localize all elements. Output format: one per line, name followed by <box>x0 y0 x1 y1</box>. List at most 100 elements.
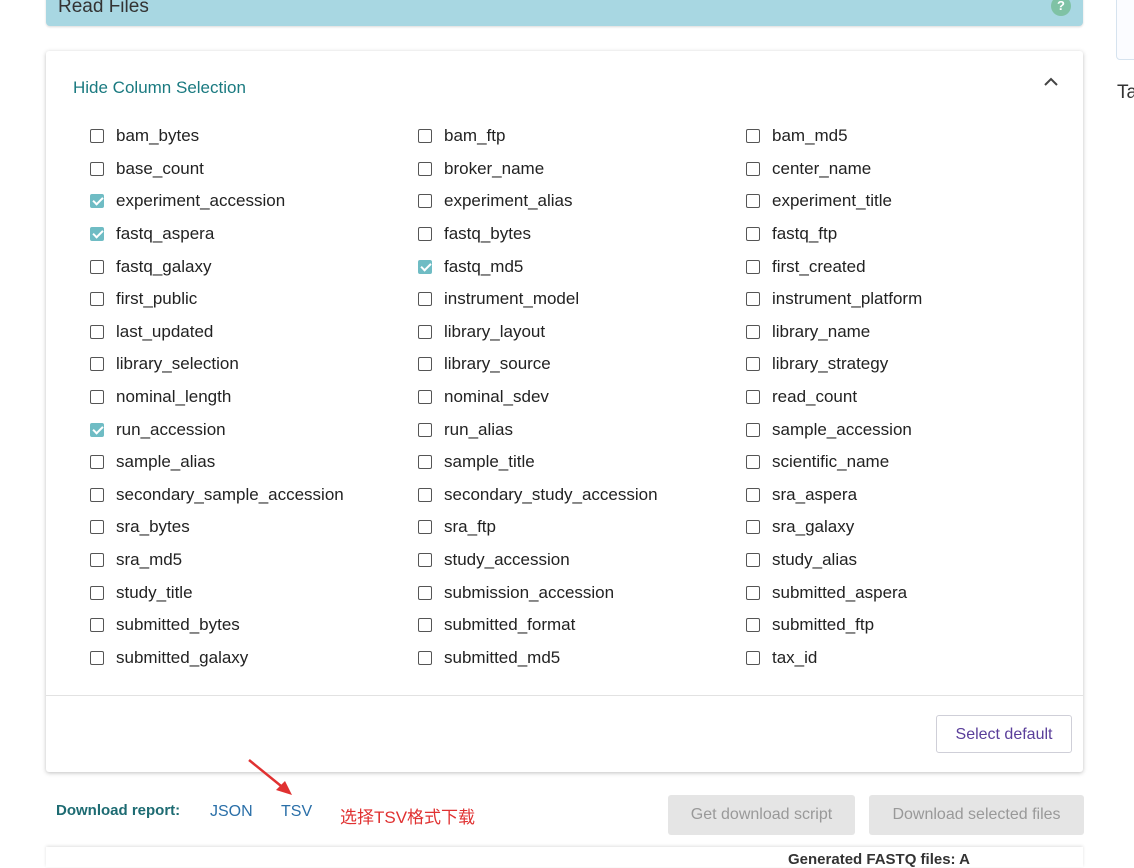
checkbox[interactable] <box>746 357 760 372</box>
checkbox[interactable] <box>90 455 104 470</box>
column-option[interactable]: center_name <box>746 153 1076 186</box>
column-option[interactable]: library_name <box>746 316 1076 349</box>
column-option[interactable]: submitted_md5 <box>418 642 746 675</box>
checkbox[interactable] <box>90 585 104 600</box>
checkbox[interactable] <box>90 487 104 502</box>
column-option[interactable]: read_count <box>746 381 1076 414</box>
checkbox[interactable] <box>90 618 104 633</box>
column-option[interactable]: bam_md5 <box>746 120 1076 153</box>
checkbox[interactable] <box>746 618 760 633</box>
checkbox[interactable] <box>746 422 760 437</box>
checkbox[interactable] <box>418 292 432 307</box>
column-option[interactable]: submitted_ftp <box>746 609 1076 642</box>
download-selected-files-button[interactable]: Download selected files <box>869 795 1084 835</box>
column-option[interactable]: secondary_sample_accession <box>90 479 418 512</box>
checkbox[interactable] <box>90 357 104 372</box>
column-option[interactable]: experiment_title <box>746 185 1076 218</box>
column-option[interactable]: fastq_bytes <box>418 218 746 251</box>
column-option[interactable]: nominal_length <box>90 381 418 414</box>
checkbox[interactable] <box>418 357 432 372</box>
checkbox[interactable] <box>418 520 432 535</box>
column-option[interactable]: sample_accession <box>746 413 1076 446</box>
checkbox[interactable] <box>746 585 760 600</box>
checkbox[interactable] <box>418 194 432 209</box>
checkbox[interactable] <box>746 292 760 307</box>
checkbox[interactable] <box>90 324 104 339</box>
column-option[interactable]: study_accession <box>418 544 746 577</box>
checkbox-checked[interactable] <box>90 194 104 209</box>
column-option[interactable]: experiment_alias <box>418 185 746 218</box>
column-option[interactable]: sra_md5 <box>90 544 418 577</box>
column-option[interactable]: bam_bytes <box>90 120 418 153</box>
checkbox[interactable] <box>418 422 432 437</box>
column-option[interactable]: sra_aspera <box>746 479 1076 512</box>
checkbox[interactable] <box>746 650 760 665</box>
column-option[interactable]: base_count <box>90 153 418 186</box>
checkbox[interactable] <box>746 194 760 209</box>
column-option[interactable]: library_selection <box>90 348 418 381</box>
checkbox[interactable] <box>90 259 104 274</box>
hide-column-selection-link[interactable]: Hide Column Selection <box>73 78 246 98</box>
checkbox[interactable] <box>418 227 432 242</box>
checkbox[interactable] <box>418 455 432 470</box>
select-default-button[interactable]: Select default <box>936 715 1072 753</box>
checkbox[interactable] <box>418 487 432 502</box>
checkbox[interactable] <box>90 650 104 665</box>
checkbox[interactable] <box>746 324 760 339</box>
column-option[interactable]: study_title <box>90 576 418 609</box>
checkbox[interactable] <box>746 259 760 274</box>
column-option[interactable]: nominal_sdev <box>418 381 746 414</box>
checkbox[interactable] <box>90 292 104 307</box>
column-option[interactable]: experiment_accession <box>90 185 418 218</box>
column-option[interactable]: submitted_bytes <box>90 609 418 642</box>
column-option[interactable]: sra_ftp <box>418 511 746 544</box>
checkbox[interactable] <box>418 390 432 405</box>
checkbox[interactable] <box>418 553 432 568</box>
checkbox[interactable] <box>418 324 432 339</box>
column-option[interactable]: first_created <box>746 250 1076 283</box>
checkbox[interactable] <box>90 129 104 144</box>
checkbox-checked[interactable] <box>418 259 432 274</box>
checkbox[interactable] <box>90 390 104 405</box>
column-option[interactable]: submitted_aspera <box>746 576 1076 609</box>
checkbox-checked[interactable] <box>90 227 104 242</box>
column-option[interactable]: library_layout <box>418 316 746 349</box>
column-option[interactable]: sra_bytes <box>90 511 418 544</box>
checkbox[interactable] <box>746 390 760 405</box>
column-option[interactable]: sra_galaxy <box>746 511 1076 544</box>
column-option[interactable]: fastq_aspera <box>90 218 418 251</box>
checkbox[interactable] <box>418 161 432 176</box>
checkbox[interactable] <box>746 487 760 502</box>
checkbox[interactable] <box>746 161 760 176</box>
column-option[interactable]: scientific_name <box>746 446 1076 479</box>
column-option[interactable]: bam_ftp <box>418 120 746 153</box>
column-option[interactable]: tax_id <box>746 642 1076 675</box>
column-option[interactable]: sample_alias <box>90 446 418 479</box>
column-option[interactable]: submission_accession <box>418 576 746 609</box>
column-option[interactable]: last_updated <box>90 316 418 349</box>
column-option[interactable]: run_alias <box>418 413 746 446</box>
get-download-script-button[interactable]: Get download script <box>668 795 855 835</box>
download-json-link[interactable]: JSON <box>210 803 253 821</box>
column-option[interactable]: run_accession <box>90 413 418 446</box>
column-option[interactable]: instrument_platform <box>746 283 1076 316</box>
checkbox[interactable] <box>746 455 760 470</box>
column-option[interactable]: submitted_format <box>418 609 746 642</box>
column-option[interactable]: sample_title <box>418 446 746 479</box>
column-option[interactable]: study_alias <box>746 544 1076 577</box>
checkbox[interactable] <box>418 650 432 665</box>
column-option[interactable]: fastq_galaxy <box>90 250 418 283</box>
checkbox[interactable] <box>90 520 104 535</box>
checkbox[interactable] <box>418 585 432 600</box>
column-option[interactable]: library_strategy <box>746 348 1076 381</box>
download-tsv-link[interactable]: TSV <box>281 803 312 821</box>
column-option[interactable]: submitted_galaxy <box>90 642 418 675</box>
checkbox[interactable] <box>746 129 760 144</box>
checkbox[interactable] <box>746 553 760 568</box>
help-icon[interactable]: ? <box>1051 0 1071 16</box>
column-option[interactable]: library_source <box>418 348 746 381</box>
checkbox[interactable] <box>746 520 760 535</box>
checkbox-checked[interactable] <box>90 422 104 437</box>
column-option[interactable]: instrument_model <box>418 283 746 316</box>
column-option[interactable]: secondary_study_accession <box>418 479 746 512</box>
